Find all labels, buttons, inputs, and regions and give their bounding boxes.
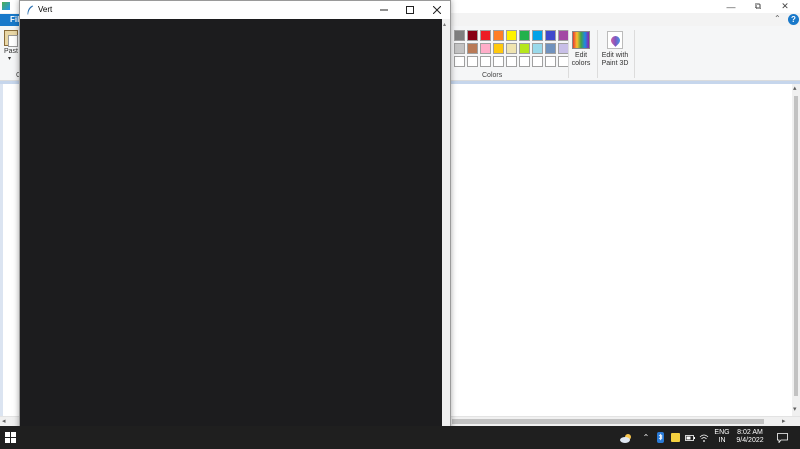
sticky-note-icon (670, 433, 680, 442)
colors-group-label: Colors (482, 72, 503, 79)
paint-vertical-scrollbar[interactable]: ▴ ▾ (792, 84, 800, 416)
scroll-up-icon[interactable]: ▴ (793, 85, 797, 93)
help-icon[interactable]: ? (788, 14, 799, 25)
color-swatch[interactable] (506, 56, 517, 67)
scroll-up-icon[interactable]: ▴ (443, 21, 446, 28)
minimize-icon: — (726, 1, 736, 12)
edit-colors-button[interactable]: Edit colors (570, 31, 592, 68)
clock-date: 9/4/2022 (736, 437, 764, 444)
scroll-left-icon[interactable]: ◂ (2, 418, 6, 426)
bluetooth-icon[interactable] (655, 426, 665, 449)
paint-minimize-button[interactable]: — (718, 0, 744, 13)
paint3d-label-2: Paint 3D (601, 60, 629, 67)
paint-app-icon (2, 2, 10, 10)
color-swatch[interactable] (467, 30, 478, 41)
clipboard-icon (4, 30, 18, 47)
color-swatch[interactable] (480, 43, 491, 54)
vert-minimize-button[interactable] (371, 1, 397, 19)
color-swatch[interactable] (454, 43, 465, 54)
windows-logo-icon (4, 432, 16, 443)
scroll-right-icon[interactable]: ▸ (782, 418, 786, 426)
chevron-up-icon: ⌃ (642, 433, 650, 442)
color-swatch[interactable] (467, 43, 478, 54)
taskbar-clock[interactable]: 8:02 AM 9/4/2022 (734, 429, 766, 445)
scrollbar-thumb[interactable] (452, 419, 764, 424)
notes-app-icon[interactable] (669, 426, 681, 449)
wifi-glyph-icon (699, 434, 709, 442)
edit-colors-label-1: Edit (574, 52, 588, 59)
input-language-indicator[interactable]: ENG IN (712, 429, 732, 445)
edit-with-paint3d-button[interactable]: Edit with Paint 3D (600, 31, 630, 68)
battery-glyph-icon (685, 434, 695, 441)
color-swatch[interactable] (493, 30, 504, 41)
weather-cloud-icon (620, 433, 631, 443)
color-swatch[interactable] (545, 30, 556, 41)
paint-restore-button[interactable]: ⧉ (745, 0, 771, 13)
wifi-icon[interactable] (698, 426, 710, 449)
clock-time: 8:02 AM (737, 429, 763, 436)
color-swatch[interactable] (493, 43, 504, 54)
window-title: Vert (38, 5, 53, 14)
language-code: ENG (714, 429, 730, 436)
desktop: — ⧉ ✕ Fil ⌃ ? Past ▾ C Colors Edit color… (0, 0, 800, 449)
color-swatch[interactable] (506, 43, 517, 54)
feather-icon (27, 5, 34, 15)
minimize-icon (380, 9, 388, 11)
color-swatch[interactable] (493, 56, 504, 67)
bluetooth-glyph-icon (656, 432, 664, 443)
ribbon-separator (634, 30, 635, 78)
ribbon-separator (568, 30, 569, 78)
color-swatch[interactable] (532, 56, 543, 67)
color-palette (454, 30, 572, 70)
maximize-icon (406, 6, 414, 14)
color-swatch[interactable] (519, 56, 530, 67)
vert-vertical-scrollbar[interactable]: ▴ (442, 19, 450, 449)
paint-close-button[interactable]: ✕ (772, 0, 798, 13)
start-button[interactable] (0, 426, 20, 449)
edit-colors-label-2: colors (571, 60, 591, 67)
restore-icon: ⧉ (754, 1, 762, 11)
edit-colors-icon (572, 31, 590, 49)
paint3d-label-1: Edit with (601, 52, 629, 59)
paint3d-icon (607, 31, 623, 49)
notification-center-button[interactable] (772, 426, 792, 449)
show-hidden-icons-button[interactable]: ⌃ (641, 426, 651, 449)
color-swatch[interactable] (519, 43, 530, 54)
battery-icon[interactable] (684, 426, 696, 449)
color-swatch[interactable] (480, 30, 491, 41)
vert-maximize-button[interactable] (397, 1, 423, 19)
color-swatch[interactable] (532, 30, 543, 41)
color-swatch[interactable] (545, 56, 556, 67)
region-code: IN (718, 437, 726, 444)
color-swatch[interactable] (454, 30, 465, 41)
color-swatch[interactable] (454, 56, 465, 67)
color-swatch[interactable] (480, 56, 491, 67)
canvas-left-border (0, 84, 3, 416)
vert-titlebar[interactable]: Vert (20, 1, 450, 19)
color-swatch[interactable] (506, 30, 517, 41)
chevron-up-icon[interactable]: ⌃ (774, 14, 781, 23)
color-swatch[interactable] (545, 43, 556, 54)
color-swatch[interactable] (467, 56, 478, 67)
close-icon (433, 6, 441, 14)
vert-close-button[interactable] (424, 1, 450, 19)
taskbar: ⌃ ENG IN 8:02 AM 9/4/2022 (0, 426, 800, 449)
ribbon-separator (597, 30, 598, 78)
scrollbar-thumb[interactable] (794, 96, 798, 396)
notification-icon (776, 432, 788, 443)
close-icon: ✕ (781, 1, 789, 11)
vert-content-area[interactable] (20, 19, 442, 449)
scroll-down-icon[interactable]: ▾ (793, 406, 797, 414)
vert-window: Vert ▴ (19, 0, 451, 449)
color-swatch[interactable] (519, 30, 530, 41)
color-swatch[interactable] (532, 43, 543, 54)
weather-button[interactable] (617, 426, 635, 449)
